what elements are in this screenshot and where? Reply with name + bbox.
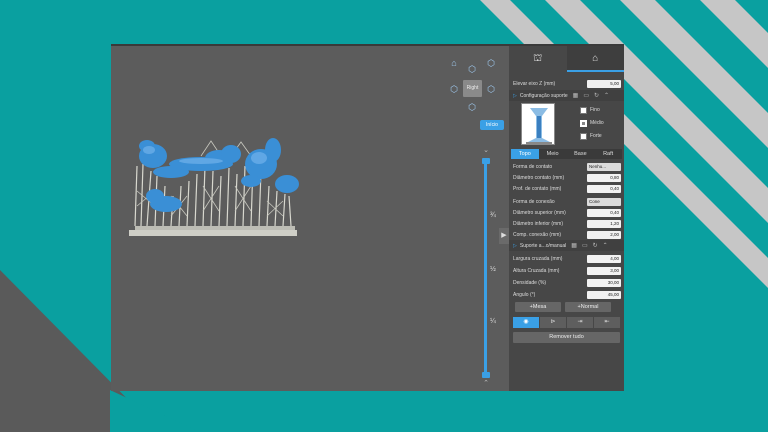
subtab-raft[interactable]: Raft [594, 149, 622, 159]
density-option-forte[interactable]: Forte [580, 132, 620, 140]
lift-z-input[interactable]: 5,00 [587, 79, 621, 88]
add-table-button[interactable]: +Mesa [515, 302, 561, 312]
refresh-icon[interactable]: ↻ [594, 92, 599, 99]
support-subtabs: Topo Meio Base Raft [511, 149, 622, 159]
support-panel: ⛫ ⌂ Elevar eixo Z (mm) 5,00 ▷ Configuraç… [509, 46, 624, 391]
pillar-tab-icon[interactable]: ⌂ [566, 46, 624, 72]
panel-toggle-arrow-icon[interactable]: ▶ [499, 228, 509, 244]
field-row: Largura cruzada (mm) 4,00 [513, 254, 621, 263]
angle-input[interactable]: 45,00 [587, 290, 621, 299]
slider-tick-label: ¼ [490, 318, 496, 325]
support-tab-icon[interactable]: ⛫ [509, 46, 567, 72]
contact-diameter-input[interactable]: 0,80 [587, 173, 621, 182]
connect-support-icon[interactable]: ⇥ [567, 317, 593, 328]
field-row: Forma de contato Nenhu... [513, 162, 621, 171]
view-bottom-icon[interactable]: ⬡ [466, 102, 478, 112]
viewport-3d[interactable]: ⌂ ⬡ ⬡ ⬡ Right ⬡ ⬡ Início ⌄ ¾ ½ ¼ ⌃ ▶ [111, 46, 509, 391]
panel-tabbar: ⛫ ⌂ [509, 46, 624, 72]
field-row: Densidade (%) 30,00 [513, 278, 621, 287]
add-normal-button[interactable]: +Normal [565, 302, 611, 312]
model-with-supports [129, 138, 299, 236]
contact-shape-select[interactable]: Nenhu... [587, 162, 621, 171]
support-preview-image [521, 103, 555, 145]
cursor-support-icon[interactable]: ⊳ [540, 317, 566, 328]
support-toolbar: ◉ ⊳ ⇥ ⇤ [513, 317, 620, 328]
slider-tick-label: ¾ [490, 212, 496, 219]
lower-diameter-input[interactable]: 1,20 [587, 219, 621, 228]
connection-length-input[interactable]: 2,00 [587, 230, 621, 239]
remove-all-button[interactable]: Remover tudo [513, 332, 620, 343]
density-option-fino[interactable]: Fino [580, 106, 620, 114]
view-front-icon[interactable]: ⬡ [466, 64, 478, 74]
field-row: Prof. de contato (mm) 0,40 [513, 184, 621, 193]
expand-triangle-icon: ▷ [513, 242, 517, 249]
config-section-header[interactable]: ▷ Configuração suporte ▦ ▭ ↻ ⌃ [509, 90, 624, 101]
lift-z-row: Elevar eixo Z (mm) 5,00 [513, 79, 621, 88]
checkbox-icon[interactable] [580, 106, 587, 114]
subtab-base[interactable]: Base [567, 149, 595, 159]
slider-down-chevron-icon[interactable]: ⌃ [481, 379, 491, 387]
manual-section-title: Suporte a...o/manual [519, 242, 567, 249]
subtab-topo[interactable]: Topo [511, 149, 539, 159]
connection-shape-select[interactable]: Cone [587, 197, 621, 206]
field-row: Ângulo (°) 45,00 [513, 290, 621, 299]
field-row: Comp. conexão (mm) 2,00 [513, 230, 621, 239]
folder-icon[interactable]: ▭ [583, 92, 589, 99]
edit-support-icon[interactable]: ⇤ [594, 317, 620, 328]
expand-triangle-icon: ▷ [513, 92, 517, 99]
view-iso-icon[interactable]: ⬡ [485, 84, 497, 94]
field-row: Diâmetro contato (mm) 0,80 [513, 173, 621, 182]
view-left-icon[interactable]: ⬡ [448, 84, 460, 94]
collapse-chevron-icon[interactable]: ⌃ [603, 242, 608, 249]
layer-slider-bottom-handle[interactable] [482, 372, 490, 378]
manual-section-header[interactable]: ▷ Suporte a...o/manual ▦ ▭ ↻ ⌃ [509, 240, 624, 251]
collapse-chevron-icon[interactable]: ⌃ [604, 92, 609, 99]
config-section-title: Configuração suporte [519, 92, 568, 99]
field-row: Forma de conexão Cone [513, 197, 621, 206]
grid-icon[interactable]: ▦ [573, 92, 579, 99]
subtab-meio[interactable]: Meio [539, 149, 567, 159]
eye-icon[interactable]: ◉ [513, 317, 539, 328]
app-window: ⌂ ⬡ ⬡ ⬡ Right ⬡ ⬡ Início ⌄ ¾ ½ ¼ ⌃ ▶ ⛫ ⌂… [111, 44, 624, 391]
layer-slider-track[interactable] [484, 160, 487, 376]
layer-slider-top-handle[interactable] [482, 158, 490, 164]
home-view-button[interactable]: Início [480, 120, 504, 130]
field-row: Diâmetro inferior (mm) 1,20 [513, 219, 621, 228]
view-right-button[interactable]: Right [463, 80, 482, 97]
view-back-icon[interactable]: ⬡ [485, 58, 497, 68]
cross-width-input[interactable]: 4,00 [587, 254, 621, 263]
slider-up-chevron-icon[interactable]: ⌄ [481, 146, 491, 154]
slider-tick-label: ½ [490, 266, 496, 273]
grid-icon[interactable]: ▦ [571, 242, 577, 249]
checkbox-checked-icon[interactable] [580, 119, 587, 127]
field-row: Diâmetro superior (mm) 0,40 [513, 208, 621, 217]
checkbox-icon[interactable] [580, 132, 587, 140]
density-input[interactable]: 30,00 [587, 278, 621, 287]
field-row: Altura Cruzada (mm) 3,00 [513, 266, 621, 275]
folder-icon[interactable]: ▭ [582, 242, 588, 249]
cross-height-input[interactable]: 3,00 [587, 266, 621, 275]
support-shape-icon [526, 108, 552, 144]
lift-z-label: Elevar eixo Z (mm) [513, 80, 556, 87]
density-option-medio[interactable]: Médio [580, 119, 620, 127]
refresh-icon[interactable]: ↻ [593, 242, 598, 249]
view-top-icon[interactable]: ⌂ [448, 58, 460, 68]
upper-diameter-input[interactable]: 0,40 [587, 208, 621, 217]
contact-depth-input[interactable]: 0,40 [587, 184, 621, 193]
